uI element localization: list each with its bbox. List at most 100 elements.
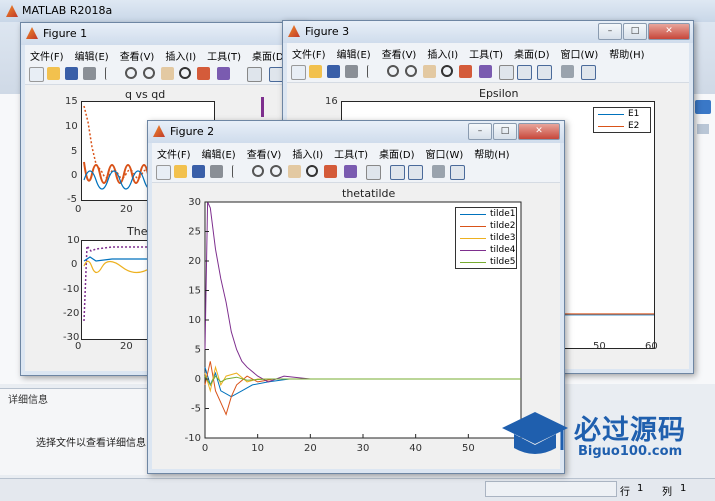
brush-icon[interactable] [217,67,230,80]
thetatilde-legend: tilde1 tilde2 tilde3 tilde4 tilde5 [455,207,517,269]
link-plot-icon[interactable] [366,165,381,180]
epsilon-legend: E1 E2 [593,107,651,133]
menu-view[interactable]: 查看(V) [242,143,288,161]
pointer-icon[interactable] [105,67,112,80]
menu-view[interactable]: 查看(V) [115,45,161,63]
new-figure-icon[interactable] [291,65,306,80]
data-cursor-icon[interactable] [459,65,472,78]
y-tick-label: 10 [188,315,201,326]
figure2-title-bar[interactable]: Figure 2 – □ ✕ [148,121,564,143]
y-tick-label: 15 [188,286,201,297]
hide-plot-tools-icon[interactable] [432,165,445,178]
panel-expand-icon[interactable] [697,124,709,134]
figure3-title-bar[interactable]: Figure 3 – □ ✕ [283,21,693,43]
save-icon[interactable] [65,67,78,80]
menu-desktop[interactable]: 桌面(D) [509,43,556,61]
menu-edit[interactable]: 编辑(E) [70,45,115,63]
legend-entry: tilde4 [456,244,516,256]
menu-insert[interactable]: 插入(I) [160,45,202,63]
rotate-icon[interactable] [441,65,453,77]
zoom-in-icon[interactable] [125,67,137,79]
pointer-icon[interactable] [367,65,374,78]
ytick: -10 [63,284,80,295]
legend-entry: tilde2 [456,220,516,232]
col-label: 列 [662,487,672,498]
show-plot-tools-icon[interactable] [450,165,465,180]
menu-edit[interactable]: 编辑(E) [197,143,242,161]
link-plot-icon[interactable] [499,65,514,80]
maximize-button[interactable]: □ [493,123,517,140]
open-icon[interactable] [309,65,322,78]
menu-help[interactable]: 帮助(H) [469,143,515,161]
legend-label: tilde3 [490,233,516,243]
brush-icon[interactable] [479,65,492,78]
close-button[interactable]: ✕ [518,123,560,140]
minimize-button[interactable]: – [598,23,622,40]
legend-label: tilde5 [490,257,516,267]
ytick: -20 [63,308,80,319]
new-figure-icon[interactable] [29,67,44,82]
legend-label: tilde1 [490,209,516,219]
zoom-out-icon[interactable] [143,67,155,79]
hide-plot-tools-icon[interactable] [561,65,574,78]
print-icon[interactable] [345,65,358,78]
zoom-in-icon[interactable] [252,165,264,177]
menu-tools[interactable]: 工具(T) [464,43,509,61]
figure1-title-bar[interactable]: Figure 1 [21,23,306,45]
legend-swatch-tilde3 [460,238,486,239]
brush-icon[interactable] [344,165,357,178]
legend-icon[interactable] [408,165,423,180]
menu-window[interactable]: 窗口(W) [421,143,470,161]
minimize-button[interactable]: – [468,123,492,140]
close-button[interactable]: ✕ [648,23,690,40]
menu-insert[interactable]: 插入(I) [287,143,329,161]
data-cursor-icon[interactable] [197,67,210,80]
menu-view[interactable]: 查看(V) [377,43,423,61]
maximize-button[interactable]: □ [623,23,647,40]
menu-edit[interactable]: 编辑(E) [332,43,377,61]
menu-file[interactable]: 文件(F) [287,43,332,61]
open-icon[interactable] [174,165,187,178]
print-icon[interactable] [83,67,96,80]
theta-lines [83,243,153,322]
zoom-out-icon[interactable] [270,165,282,177]
open-icon[interactable] [47,67,60,80]
rotate-icon[interactable] [306,165,318,177]
y-tick-label: 0 [195,374,201,385]
figure-icon [288,25,300,37]
plot-title-epsilon: Epsilon [479,87,519,100]
zoom-in-icon[interactable] [387,65,399,77]
menu-tools[interactable]: 工具(T) [329,143,374,161]
pan-icon[interactable] [423,65,436,78]
menu-insert[interactable]: 插入(I) [422,43,464,61]
xtick: 20 [120,341,133,352]
menu-desktop[interactable]: 桌面(D) [374,143,421,161]
rotate-icon[interactable] [179,67,191,79]
menu-file[interactable]: 文件(F) [25,45,70,63]
menu-window[interactable]: 窗口(W) [556,43,605,61]
colorbar-icon[interactable] [517,65,532,80]
save-icon[interactable] [327,65,340,78]
theta-series-b [83,260,153,274]
pan-icon[interactable] [288,165,301,178]
menu-tools[interactable]: 工具(T) [202,45,247,63]
legend-swatch-e1 [598,114,624,115]
data-cursor-icon[interactable] [324,165,337,178]
link-plot-icon[interactable] [247,67,262,82]
app-title: MATLAB R2018a [22,4,113,17]
menu-help[interactable]: 帮助(H) [604,43,650,61]
legend-entry: E2 [594,120,650,132]
menu-file[interactable]: 文件(F) [152,143,197,161]
new-figure-icon[interactable] [156,165,171,180]
pointer-icon[interactable] [232,165,239,178]
legend-swatch-tilde2 [460,226,486,227]
zoom-out-icon[interactable] [405,65,417,77]
save-icon[interactable] [192,165,205,178]
show-plot-tools-icon[interactable] [581,65,596,80]
colorbar-icon[interactable] [390,165,405,180]
x-tick-label: 30 [357,443,370,454]
print-icon[interactable] [210,165,223,178]
pan-icon[interactable] [161,67,174,80]
help-icon[interactable] [695,100,711,114]
legend-icon[interactable] [537,65,552,80]
